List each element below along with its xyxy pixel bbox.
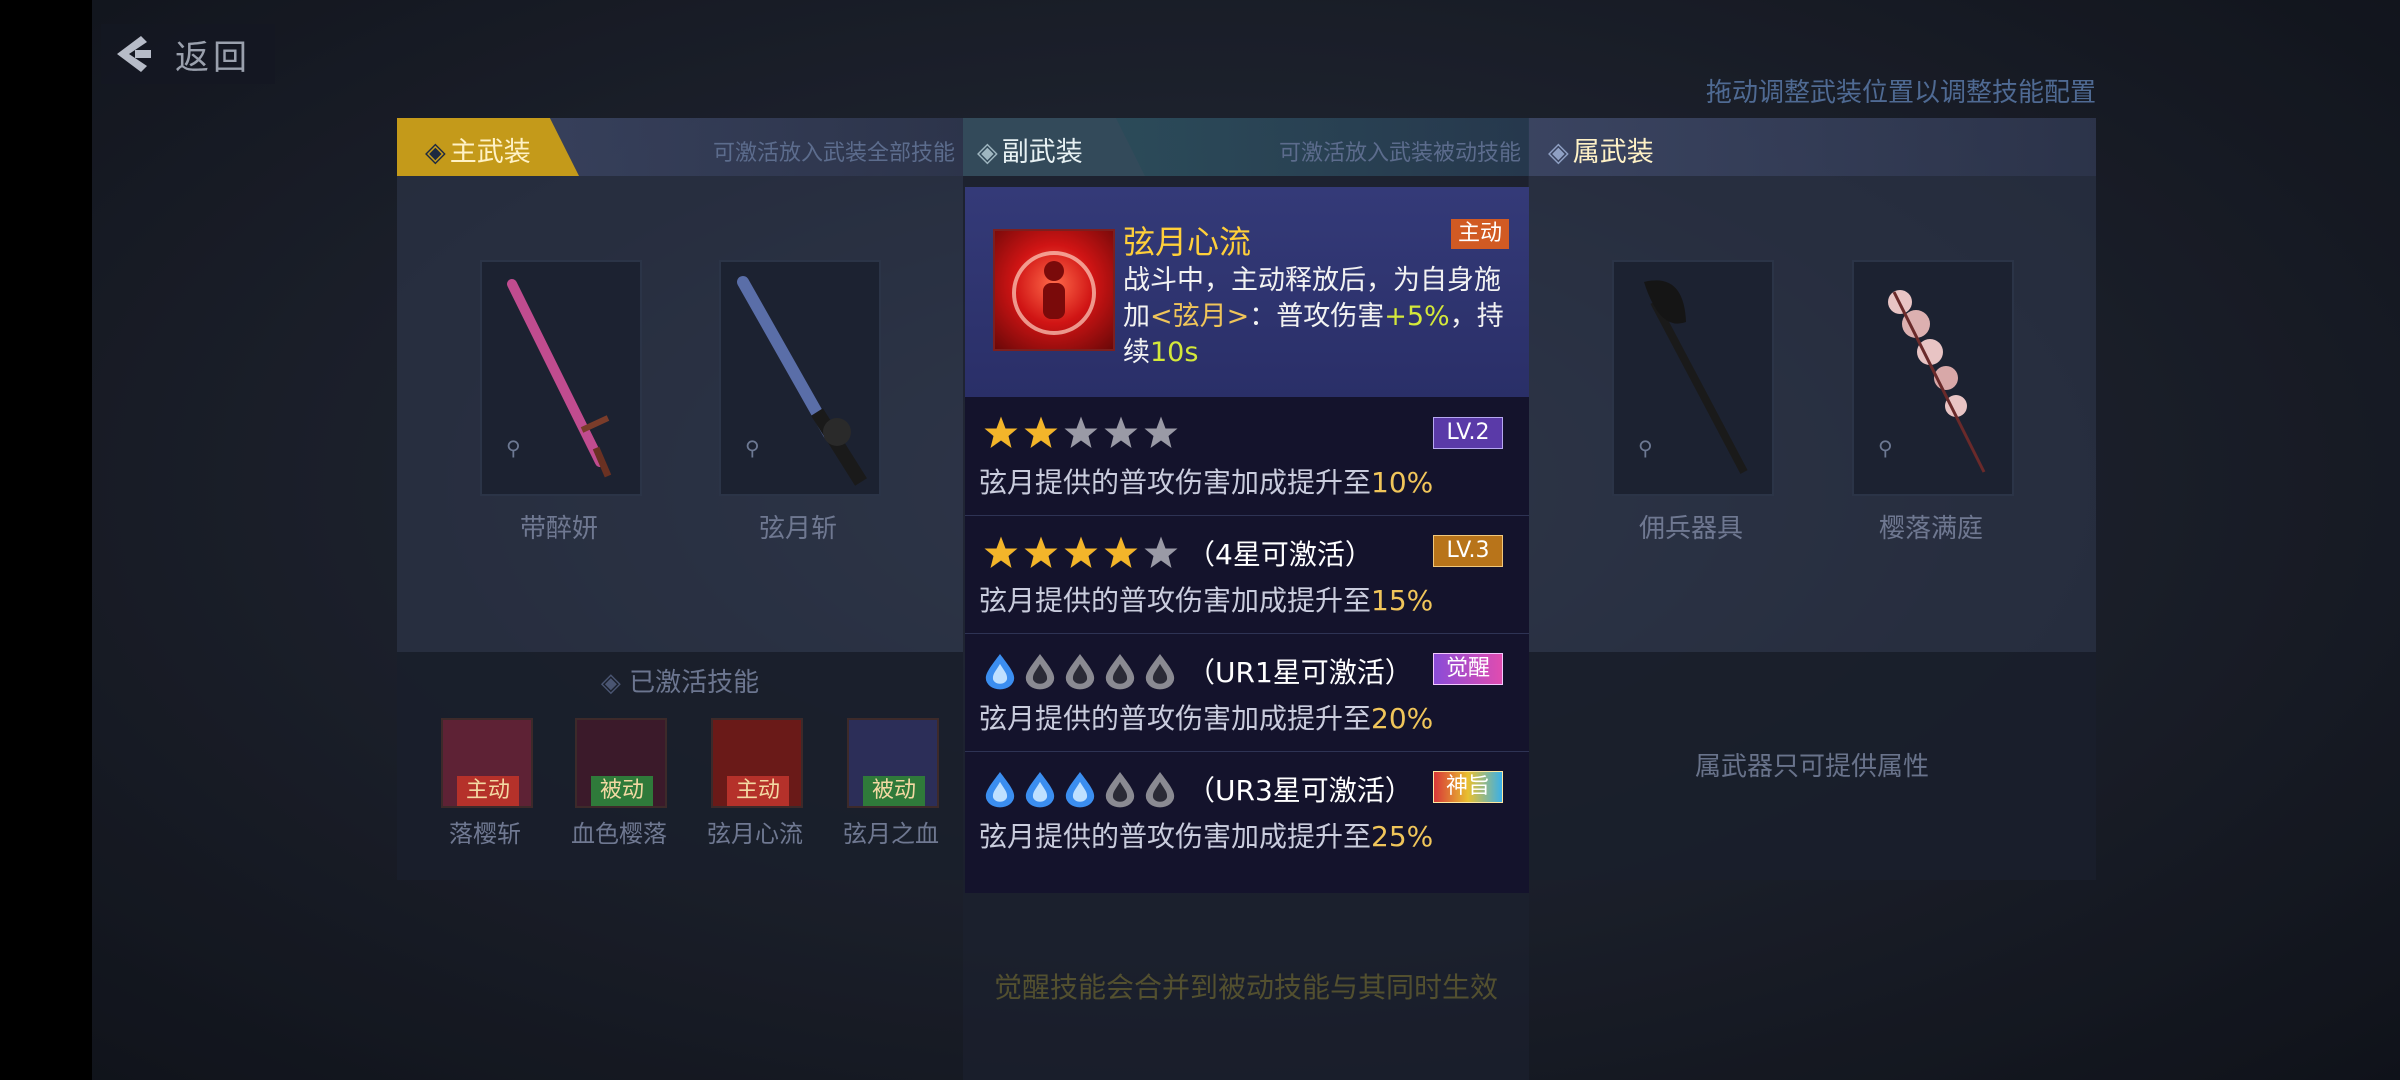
active-badge: 主动 bbox=[1451, 219, 1509, 249]
upgrade-text: 弦月提供的普攻伤害加成提升至 bbox=[979, 584, 1372, 617]
skill-icon-2[interactable]: 被动 bbox=[575, 718, 667, 808]
skill-title: 弦月心流 bbox=[1123, 223, 1252, 261]
sub-tab-label: 副武装 bbox=[1001, 137, 1083, 168]
attribute-info-panel: 属武器只可提供属性 bbox=[1528, 652, 2096, 880]
star-icon bbox=[1104, 536, 1138, 568]
drag-hint: 拖动调整武装位置以调整技能配置 bbox=[1705, 78, 2096, 108]
grey-flame-icon bbox=[1105, 772, 1135, 808]
main-weapon-tab[interactable]: ◈ 主武装 可激活放入武装全部技能 bbox=[397, 118, 963, 176]
grey-flame-icon bbox=[1145, 654, 1175, 690]
diamond-icon: ◈ bbox=[977, 137, 998, 168]
upgrade-row-3: （UR1星可激活） 觉醒 弦月提供的普攻伤害加成提升至20% bbox=[965, 633, 1529, 752]
upgrade-text: 弦月提供的普攻伤害加成提升至 bbox=[979, 702, 1372, 735]
skill-tag-1: 主动 bbox=[457, 776, 519, 806]
weapon-slot-4[interactable]: ⚲ bbox=[1852, 260, 2014, 496]
star-icon bbox=[1064, 536, 1098, 568]
star-icon bbox=[1024, 536, 1058, 568]
upgrade-text: 弦月提供的普攻伤害加成提升至 bbox=[979, 466, 1372, 499]
left-black-bar bbox=[0, 0, 92, 1080]
skill-name-4: 弦月之血 bbox=[843, 820, 939, 848]
upgrade-percent: 25% bbox=[1371, 820, 1434, 853]
skills-title: 已激活技能 bbox=[629, 668, 760, 698]
magnify-icon: ⚲ bbox=[1878, 436, 1893, 460]
star-icon bbox=[1064, 416, 1098, 448]
star-icon bbox=[984, 416, 1018, 448]
diamond-icon: ◈ bbox=[600, 668, 630, 698]
weapon-slot-3[interactable]: ⚲ bbox=[1612, 260, 1774, 496]
upgrade-row-2: （4星可激活） LV.3 弦月提供的普攻伤害加成提升至15% bbox=[965, 515, 1529, 634]
activation-condition: （UR1星可激活） bbox=[1187, 656, 1413, 689]
star-rating bbox=[983, 415, 1183, 451]
back-label: 返回 bbox=[175, 37, 251, 78]
weapon-name-1: 带醉妍 bbox=[519, 514, 598, 544]
star-icon bbox=[1024, 416, 1058, 448]
diamond-icon: ◈ bbox=[425, 137, 446, 168]
skill-name-3: 弦月心流 bbox=[707, 820, 803, 848]
magnify-icon: ⚲ bbox=[1638, 436, 1653, 460]
magnify-icon: ⚲ bbox=[506, 436, 521, 460]
star-icon bbox=[1144, 416, 1178, 448]
skill-name-2: 血色樱落 bbox=[571, 820, 667, 848]
grey-flame-icon bbox=[1025, 654, 1055, 690]
upgrade-percent: 15% bbox=[1371, 584, 1434, 617]
star-icon bbox=[1104, 416, 1138, 448]
skill-icon-3[interactable]: 主动 bbox=[711, 718, 803, 808]
upgrade-text: 弦月提供的普攻伤害加成提升至 bbox=[979, 820, 1372, 853]
level-badge: LV.3 bbox=[1433, 535, 1503, 567]
magnify-icon: ⚲ bbox=[745, 436, 760, 460]
blue-flame-icon bbox=[985, 654, 1015, 690]
awaken-rating: （UR1星可激活） bbox=[983, 651, 1413, 691]
main-tab-label: 主武装 bbox=[449, 137, 531, 168]
weapon-slot-1[interactable]: ⚲ bbox=[480, 260, 642, 496]
attribute-note: 属武器只可提供属性 bbox=[1694, 752, 1929, 782]
weapon-name-2: 弦月斩 bbox=[758, 514, 837, 544]
blue-flame-icon bbox=[1025, 772, 1055, 808]
grey-flame-icon bbox=[1145, 772, 1175, 808]
activation-condition: （UR3星可激活） bbox=[1187, 774, 1413, 807]
weapon-name-4: 樱落满庭 bbox=[1878, 514, 1983, 544]
sub-tab-note: 可激活放入武装被动技能 bbox=[1278, 141, 1521, 166]
weapon-slot-2[interactable]: ⚲ bbox=[719, 260, 881, 496]
diamond-icon: ◈ bbox=[1548, 137, 1569, 168]
skill-tag-4: 被动 bbox=[863, 776, 925, 806]
level-badge: LV.2 bbox=[1433, 417, 1503, 449]
skill-name-1: 落樱斩 bbox=[449, 820, 521, 848]
back-arrow-icon bbox=[117, 36, 151, 72]
upgrade-percent: 20% bbox=[1371, 702, 1434, 735]
skill-tag-3: 主动 bbox=[727, 776, 789, 806]
game-screen: 返回 拖动调整武装位置以调整技能配置 ◈ 主武装 可激活放入武装全部技能 ⚲ 带醉… bbox=[0, 0, 2400, 1080]
blue-flame-icon bbox=[1065, 772, 1095, 808]
activated-skills-panel: ◈ 已激活技能 主动 落樱斩 被动 血色樱落 主动 弦月心流 被动 弦月之血 bbox=[397, 652, 963, 880]
skill-portrait-icon bbox=[993, 229, 1115, 351]
back-button[interactable]: 返回 bbox=[101, 24, 275, 84]
awaken-merge-hint: 觉醒技能会合并到被动技能与其同时生效 bbox=[993, 971, 1498, 1004]
blue-flame-icon bbox=[985, 772, 1015, 808]
skill-header: 弦月心流 主动 战斗中，主动释放后，为自身施加<弦月>：普攻伤害+5%，持续10… bbox=[965, 187, 1529, 397]
skill-detail-popup[interactable]: 弦月心流 主动 战斗中，主动释放后，为自身施加<弦月>：普攻伤害+5%，持续10… bbox=[965, 187, 1529, 893]
attribute-weapon-tab[interactable]: ◈ 属武装 bbox=[1528, 118, 2096, 176]
divine-badge: 神旨 bbox=[1433, 771, 1503, 803]
skill-icon-1[interactable]: 主动 bbox=[441, 718, 533, 808]
star-icon bbox=[984, 536, 1018, 568]
weapon-name-3: 佣兵器具 bbox=[1638, 514, 1743, 544]
grey-flame-icon bbox=[1105, 654, 1135, 690]
star-icon bbox=[1144, 536, 1178, 568]
upgrade-percent: 10% bbox=[1371, 466, 1434, 499]
grey-flame-icon bbox=[1065, 654, 1095, 690]
skill-tag-2: 被动 bbox=[591, 776, 653, 806]
skill-icon-4[interactable]: 被动 bbox=[847, 718, 939, 808]
activation-condition: （4星可激活） bbox=[1187, 538, 1373, 571]
attr-tab-label: 属武装 bbox=[1572, 137, 1654, 168]
sub-weapon-tab[interactable]: ◈ 副武装 可激活放入武装被动技能 bbox=[963, 118, 1529, 176]
upgrade-row-1: LV.2 弦月提供的普攻伤害加成提升至10% bbox=[965, 397, 1529, 516]
awaken-badge: 觉醒 bbox=[1433, 653, 1503, 685]
awaken-rating: （UR3星可激活） bbox=[983, 769, 1413, 809]
star-rating: （4星可激活） bbox=[983, 533, 1373, 573]
upgrade-row-4: （UR3星可激活） 神旨 弦月提供的普攻伤害加成提升至25% bbox=[965, 751, 1529, 869]
main-tab-note: 可激活放入武装全部技能 bbox=[712, 141, 955, 166]
skill-description: 战斗中，主动释放后，为自身施加<弦月>：普攻伤害+5%，持续10s bbox=[1123, 265, 1504, 368]
